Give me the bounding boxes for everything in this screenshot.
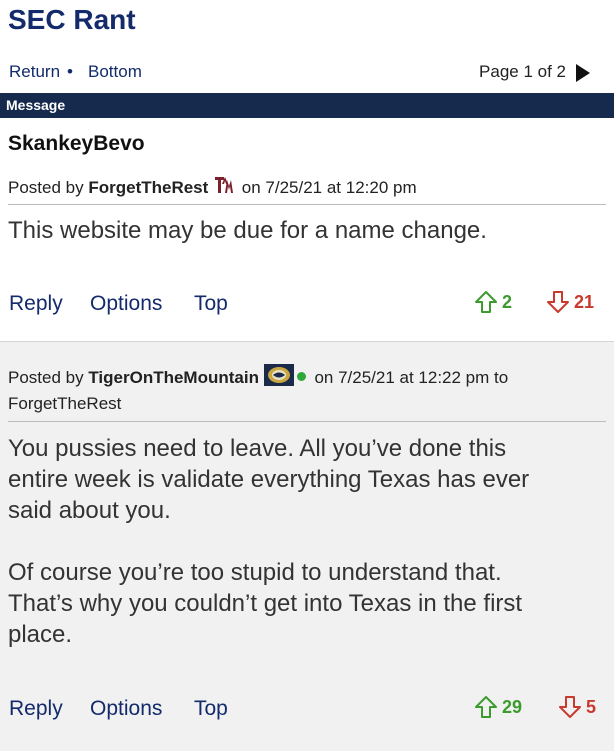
post-date: on 7/25/21 at 12:22 pm to <box>314 368 509 387</box>
upvote-arrow-icon[interactable] <box>474 290 498 314</box>
author-link[interactable]: ForgetTheRest <box>88 178 208 197</box>
downvote-arrow-icon[interactable] <box>558 695 582 719</box>
post-meta: Posted by TigerOnTheMountain on 7/25/21 … <box>8 364 606 417</box>
bottom-link[interactable]: Bottom <box>88 62 142 82</box>
post-original: SkankeyBevo Posted by ForgetTheRest on 7… <box>0 118 614 340</box>
post-body-line: That’s why you couldn’t get into Texas i… <box>8 590 523 617</box>
post-body-line: Of course you’re too stupid to understan… <box>8 559 502 586</box>
upvote-count: 2 <box>502 292 513 312</box>
next-page-icon[interactable] <box>576 64 590 82</box>
post-meta: Posted by ForgetTheRest on 7/25/21 at 12… <box>8 174 417 198</box>
options-link[interactable]: Options <box>90 697 162 721</box>
post-date: on 7/25/21 at 12:20 pm <box>241 178 417 197</box>
post-body: You pussies need to leave. All you’ve do… <box>8 433 529 650</box>
message-header-bar: Message <box>0 93 614 118</box>
online-status-icon <box>296 372 306 381</box>
reply-link[interactable]: Reply <box>9 697 63 721</box>
top-link[interactable]: Top <box>194 697 228 721</box>
divider <box>8 204 606 205</box>
post-reply: Posted by TigerOnTheMountain on 7/25/21 … <box>0 341 614 751</box>
reply-link[interactable]: Reply <box>9 292 63 316</box>
posted-by-label: Posted by <box>8 178 84 197</box>
top-link[interactable]: Top <box>194 292 228 316</box>
downvote-count: 5 <box>586 697 597 717</box>
upvote-arrow-icon[interactable] <box>474 695 498 719</box>
navy-insignia-icon <box>263 364 294 386</box>
post-body-line: said about you. <box>8 497 171 524</box>
post-body-line: entire week is validate everything Texas… <box>8 466 530 493</box>
return-link[interactable]: Return <box>9 62 60 82</box>
options-link[interactable]: Options <box>90 292 162 316</box>
post-subject: SkankeyBevo <box>8 132 145 155</box>
post-body: This website may be due for a name chang… <box>8 215 487 246</box>
downvote-arrow-icon[interactable] <box>546 290 570 314</box>
posted-by-label: Posted by <box>8 368 84 387</box>
divider <box>8 421 606 422</box>
top-navigation: Return • Bottom Page 1 of 2 <box>0 58 614 86</box>
upvote-count: 29 <box>502 697 523 717</box>
author-link[interactable]: TigerOnTheMountain <box>88 368 259 387</box>
downvote-count: 21 <box>574 292 595 312</box>
nav-separator: • <box>67 62 73 81</box>
board-title[interactable]: SEC Rant <box>8 4 136 36</box>
post-body-line: place. <box>8 621 73 648</box>
post-body-line: This website may be due for a name chang… <box>8 217 487 244</box>
page-indicator: Page 1 of 2 <box>479 62 566 81</box>
reply-to-user[interactable]: ForgetTheRest <box>8 394 121 413</box>
tamu-icon <box>213 174 238 196</box>
post-body-line: You pussies need to leave. All you’ve do… <box>8 435 507 462</box>
